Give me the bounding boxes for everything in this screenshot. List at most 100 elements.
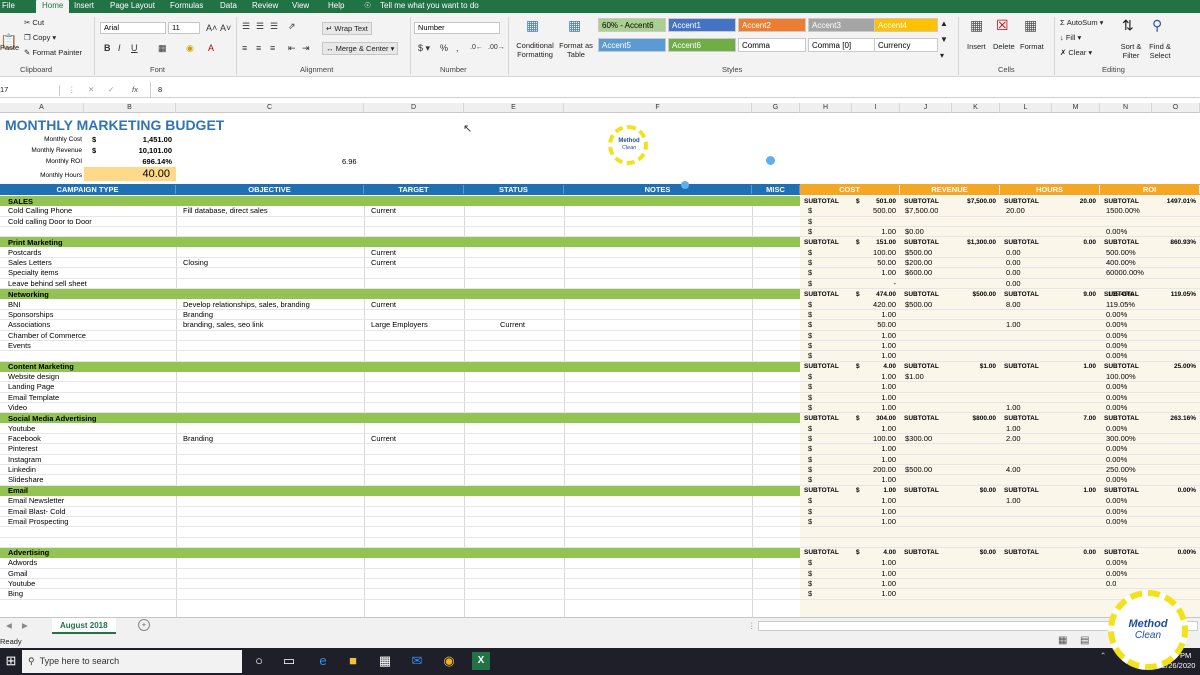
orientation-icon[interactable]: ⇗ — [288, 21, 296, 31]
align-right-icon[interactable]: ≡ — [270, 43, 275, 53]
column-header-o[interactable]: O — [1152, 103, 1200, 113]
column-header-i[interactable]: I — [852, 103, 900, 113]
align-top-icon[interactable]: ☰ — [242, 21, 250, 31]
cut-button[interactable]: ✂ Cut — [24, 18, 44, 27]
gallery-expand-icon[interactable]: ▾ — [940, 51, 944, 60]
tab-help[interactable]: Help — [328, 0, 344, 13]
column-header-b[interactable]: B — [84, 103, 176, 113]
cell-style-comma-0-[interactable]: Comma [0] — [808, 38, 876, 52]
indent-icon[interactable]: ⇤ — [288, 43, 296, 53]
column-header-c[interactable]: C — [176, 103, 364, 113]
windows-start-icon[interactable]: ⊞ — [2, 652, 20, 670]
name-box-dropdown-icon[interactable]: ⋮ — [68, 85, 76, 94]
font-size-select[interactable]: 11 — [168, 22, 200, 34]
cell-style-accent3[interactable]: Accent3 — [808, 18, 876, 32]
gallery-scroll-up-icon[interactable]: ▲ — [940, 19, 948, 28]
autosum-button[interactable]: Σ AutoSum ▾ — [1060, 18, 1103, 27]
sheet-tab-august[interactable]: August 2018 — [52, 618, 116, 634]
tab-view[interactable]: View — [292, 0, 309, 13]
merge-center-button[interactable]: ↔ Merge & Center ▾ — [322, 42, 399, 55]
italic-button[interactable]: I — [118, 43, 121, 53]
taskbar-search-box[interactable]: ⚲ Type here to search — [22, 650, 242, 673]
borders-icon[interactable]: ▦ — [158, 43, 167, 53]
store-icon[interactable]: ▦ — [376, 652, 394, 670]
decrease-decimal-icon[interactable]: .00→ — [488, 43, 505, 53]
column-header-d[interactable]: D — [364, 103, 464, 113]
excel-icon[interactable]: X — [472, 652, 490, 670]
worksheet[interactable]: MONTHLY MARKETING BUDGET 6.96 Method Cle… — [0, 113, 1200, 617]
tell-me-search[interactable]: Tell me what you want to do — [380, 0, 479, 13]
format-button[interactable]: Format — [1020, 42, 1044, 51]
tab-data[interactable]: Data — [220, 0, 237, 13]
tab-page-layout[interactable]: Page Layout — [110, 0, 155, 13]
formula-input[interactable]: 8 — [158, 85, 162, 94]
insert-button[interactable]: Insert — [967, 42, 986, 51]
font-shrink-icon[interactable]: A˅ — [220, 23, 231, 33]
tab-review[interactable]: Review — [252, 0, 278, 13]
column-header-g[interactable]: G — [752, 103, 800, 113]
column-header-f[interactable]: F — [564, 103, 752, 113]
tab-scroll-left-icon[interactable]: ◀ — [6, 621, 12, 630]
column-header-k[interactable]: K — [952, 103, 1000, 113]
font-grow-icon[interactable]: A˄ — [206, 23, 217, 33]
column-header-j[interactable]: J — [900, 103, 952, 113]
cell-style-currency[interactable]: Currency — [874, 38, 938, 52]
system-tray-icon[interactable]: ⌃ — [1100, 651, 1106, 660]
conditional-formatting-button[interactable]: Conditional Formatting — [512, 41, 558, 59]
file-explorer-icon[interactable]: ■ — [344, 652, 362, 670]
cell-style-accent5[interactable]: Accent5 — [598, 38, 666, 52]
clear-button[interactable]: ✗ Clear ▾ — [1060, 48, 1092, 57]
column-header-e[interactable]: E — [464, 103, 564, 113]
paste-button[interactable]: Paste — [0, 43, 19, 52]
hscroll-dots-icon[interactable]: ⋮ — [748, 621, 756, 630]
cell-style-accent6[interactable]: Accent6 — [668, 38, 736, 52]
format-painter-button[interactable]: ✎ Format Painter — [24, 48, 82, 57]
percent-icon[interactable]: % — [440, 43, 448, 53]
tab-insert[interactable]: Insert — [74, 0, 94, 13]
cell-style-comma[interactable]: Comma — [738, 38, 806, 52]
gallery-scroll-down-icon[interactable]: ▼ — [940, 35, 948, 44]
outdent-icon[interactable]: ⇥ — [302, 43, 310, 53]
column-header-a[interactable]: A — [0, 103, 84, 113]
align-left-icon[interactable]: ≡ — [242, 43, 247, 53]
number-format-select[interactable]: Number — [414, 22, 500, 34]
edge-icon[interactable]: e — [314, 652, 332, 670]
delete-button[interactable]: Delete — [993, 42, 1015, 51]
normal-view-icon[interactable]: ▦ — [1058, 635, 1067, 646]
align-bottom-icon[interactable]: ☰ — [270, 21, 278, 31]
align-center-icon[interactable]: ≡ — [256, 43, 261, 53]
name-box[interactable]: 17 — [0, 85, 60, 96]
tab-formulas[interactable]: Formulas — [170, 0, 203, 13]
copy-button[interactable]: ❐ Copy ▾ — [24, 33, 56, 42]
insert-function-icon[interactable]: fx — [132, 85, 138, 94]
tab-file[interactable]: File — [2, 0, 15, 13]
fill-color-icon[interactable]: ◉ — [186, 43, 194, 53]
tab-home[interactable]: Home — [36, 0, 70, 13]
font-color-icon[interactable]: A — [208, 43, 214, 53]
wrap-text-button[interactable]: ↵ Wrap Text — [322, 22, 372, 35]
fill-button[interactable]: ↓ Fill ▾ — [1060, 33, 1081, 42]
font-name-select[interactable]: Arial — [100, 22, 166, 34]
page-layout-view-icon[interactable]: ▤ — [1080, 635, 1089, 646]
column-header-l[interactable]: L — [1000, 103, 1052, 113]
cell-style-accent1[interactable]: Accent1 — [668, 18, 736, 32]
cortana-icon[interactable]: ○ — [250, 652, 268, 670]
chrome-icon[interactable]: ◉ — [440, 652, 458, 670]
bold-button[interactable]: B — [104, 43, 111, 53]
underline-button[interactable]: U — [131, 43, 138, 53]
find-select-button[interactable]: Find & Select — [1146, 42, 1174, 60]
cell-style-accent2[interactable]: Accent2 — [738, 18, 806, 32]
currency-icon[interactable]: $ ▾ — [418, 43, 430, 53]
sort-filter-button[interactable]: Sort & Filter — [1118, 42, 1144, 60]
tab-scroll-right-icon[interactable]: ▶ — [22, 621, 28, 630]
add-sheet-icon[interactable]: + — [138, 619, 150, 631]
cell-style-accent4[interactable]: Accent4 — [874, 18, 938, 32]
increase-decimal-icon[interactable]: .0← — [470, 43, 483, 53]
column-header-n[interactable]: N — [1100, 103, 1152, 113]
format-as-table-button[interactable]: Format as Table — [558, 41, 594, 59]
cancel-icon[interactable]: ✕ — [88, 85, 94, 94]
cell-style-60-accent6[interactable]: 60% - Accent6 — [598, 18, 666, 32]
comma-icon[interactable]: , — [456, 43, 459, 53]
mail-icon[interactable]: ✉ — [408, 652, 426, 670]
enter-icon[interactable]: ✓ — [108, 85, 114, 94]
